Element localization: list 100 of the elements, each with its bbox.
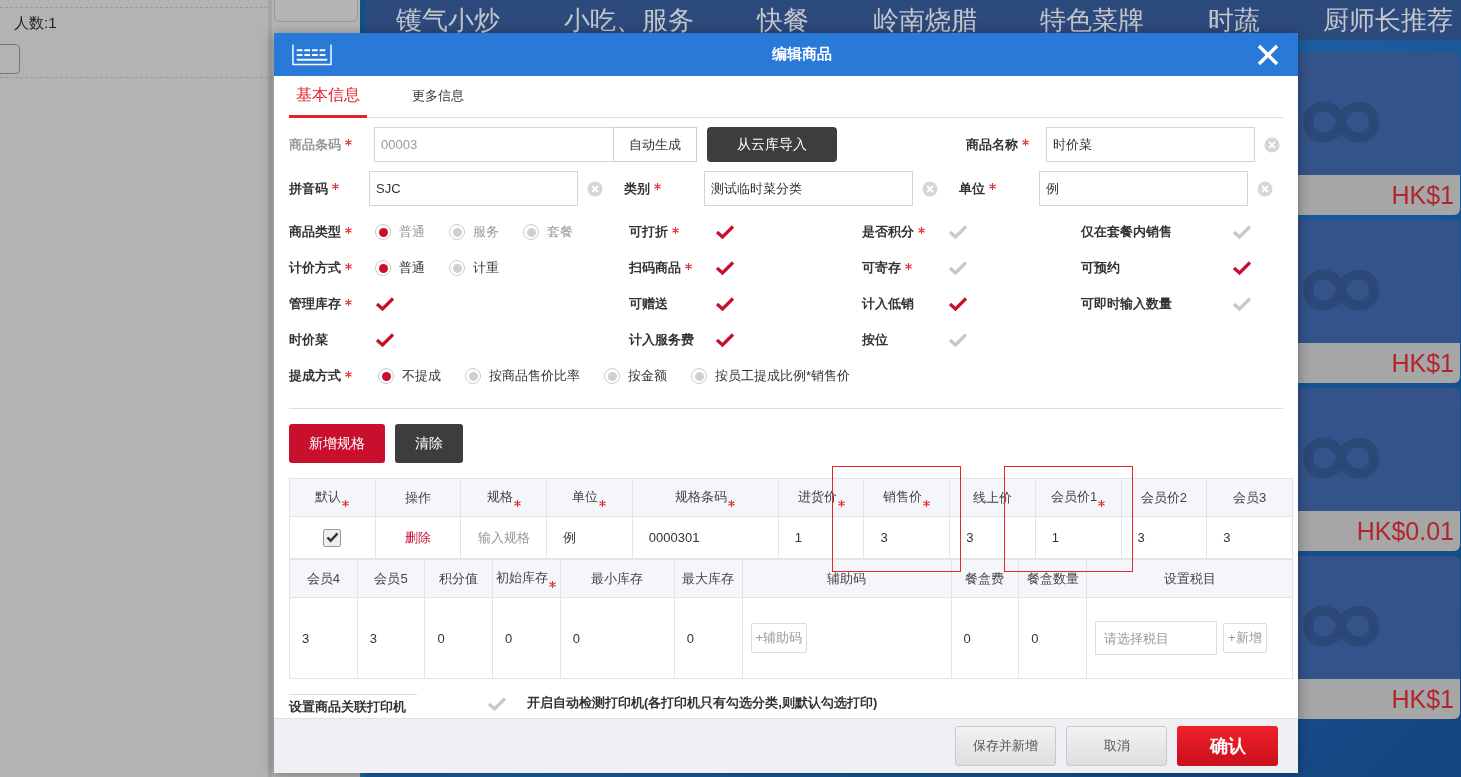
input-field[interactable]: SJC	[369, 171, 578, 206]
required-icon	[332, 183, 339, 190]
required-icon	[918, 226, 925, 234]
required-icon	[672, 226, 679, 234]
checkmark-icon[interactable]	[375, 332, 395, 348]
product-price: HK$0.01	[1356, 516, 1454, 546]
primary-button[interactable]: 新增规格	[289, 424, 385, 463]
checkmark-icon[interactable]	[487, 696, 507, 712]
required-icon	[345, 139, 352, 146]
required-icon	[549, 581, 557, 588]
checkmark-icon[interactable]	[948, 332, 968, 348]
required-icon	[837, 500, 845, 507]
category-tab[interactable]: 厨师长推荐	[1323, 2, 1453, 38]
input-field[interactable]: 输入规格	[461, 517, 547, 558]
radio-option[interactable]: 按员工提成比例*销售价	[691, 367, 851, 385]
input-field[interactable]: 时价菜	[1046, 127, 1255, 162]
input-field[interactable]: 测试临时菜分类	[704, 171, 913, 206]
option-label: 商品类型	[289, 223, 341, 241]
table-cell: 0	[560, 597, 675, 679]
option-label: 扫码商品	[629, 259, 681, 277]
checkmark-icon[interactable]	[948, 224, 968, 240]
column-header: 会员价2	[1140, 489, 1187, 505]
add-button[interactable]: +新增	[1223, 623, 1267, 653]
option-label: 计入服务费	[629, 331, 694, 349]
import-button[interactable]: 从云库导入	[707, 127, 837, 162]
input-field[interactable]: 请选择税目	[1095, 621, 1217, 655]
tab[interactable]: 基本信息	[289, 76, 367, 118]
table-cell: 0	[674, 597, 742, 679]
delete-link[interactable]: 删除	[405, 529, 432, 545]
clear-button[interactable]	[1264, 136, 1280, 153]
radio-option[interactable]: 按商品售价比率	[465, 367, 580, 385]
field-label: 单位	[959, 179, 985, 198]
dark-button[interactable]: 清除	[395, 424, 463, 463]
column-header: 设置税目	[1163, 570, 1216, 586]
checkmark-icon[interactable]	[375, 296, 395, 312]
table-cell: 1	[778, 516, 864, 559]
table-cell: 3	[863, 516, 950, 559]
field-label: 拼音码	[289, 179, 328, 198]
column-header: 规格条码	[675, 489, 728, 504]
checkmark-icon[interactable]	[715, 260, 735, 276]
required-icon	[345, 370, 352, 378]
table-cell: 0	[951, 597, 1019, 679]
checkmark-icon[interactable]	[715, 224, 735, 240]
option-label: 可打折	[629, 223, 668, 241]
radio-option[interactable]: 普通	[375, 259, 425, 277]
required-icon	[599, 500, 607, 507]
option-label: 管理库存	[289, 295, 341, 313]
column-header: 餐盒数量	[1026, 570, 1079, 586]
required-icon	[345, 226, 352, 234]
clear-button[interactable]	[922, 180, 938, 197]
tab[interactable]: 更多信息	[405, 76, 471, 118]
dialog-title: 编辑商品	[771, 45, 832, 64]
column-header: 操作	[405, 489, 432, 505]
table-cell: 0	[424, 597, 493, 679]
radio-option[interactable]: 不提成	[378, 367, 441, 385]
panel-button[interactable]	[0, 44, 20, 74]
radio-option[interactable]: 计重	[449, 259, 499, 277]
table-cell: 3	[289, 597, 358, 679]
table-cell: 3	[357, 597, 425, 679]
product-price: HK$1	[1391, 348, 1454, 378]
checkbox[interactable]	[323, 528, 342, 547]
column-header: 默认	[315, 489, 342, 504]
required-icon	[654, 183, 661, 190]
close-button[interactable]	[1256, 42, 1280, 67]
column-header: 最小库存	[591, 570, 644, 586]
table-cell: 3	[1206, 516, 1293, 559]
column-header: 会员价1	[1051, 489, 1098, 504]
field-label: 类别	[624, 179, 650, 198]
input-field[interactable]: 例	[1039, 171, 1248, 206]
column-header: 初始库存	[496, 570, 549, 585]
required-icon	[685, 262, 692, 270]
option-label: 按位	[862, 331, 888, 349]
primary-button[interactable]: 确认	[1177, 726, 1278, 766]
secondary-button[interactable]: 保存并新增	[955, 726, 1056, 766]
column-header: 积分值	[439, 570, 479, 586]
add-code-button[interactable]: +辅助码	[750, 623, 808, 653]
required-icon	[905, 262, 912, 270]
required-icon	[345, 262, 352, 270]
field-label: 商品条码	[289, 135, 341, 154]
checkmark-icon[interactable]	[1232, 224, 1252, 240]
checkmark-icon[interactable]	[1232, 260, 1252, 276]
clear-button[interactable]	[1257, 180, 1273, 197]
checkmark-icon[interactable]	[715, 332, 735, 348]
checkmark-icon[interactable]	[715, 296, 735, 312]
radio-option[interactable]: 按金额	[604, 367, 667, 385]
option-label: 可赠送	[629, 295, 668, 313]
secondary-button[interactable]: 取消	[1066, 726, 1167, 766]
option-label: 开启自动检测打印机(各打印机只有勾选分类,则默认勾选打印)	[527, 694, 878, 712]
required-icon	[923, 500, 931, 507]
required-icon	[728, 500, 736, 507]
table-cell: 0	[492, 597, 561, 679]
table-cell: 3	[949, 516, 1036, 559]
column-header: 单位	[572, 489, 599, 504]
checkmark-icon[interactable]	[948, 260, 968, 276]
required-icon	[342, 500, 350, 507]
checkmark-icon[interactable]	[948, 296, 968, 312]
checkmark-icon[interactable]	[1232, 296, 1252, 312]
product-price: HK$1	[1391, 684, 1454, 714]
table-cell: 0000301	[632, 516, 779, 559]
clear-button[interactable]	[587, 180, 603, 197]
